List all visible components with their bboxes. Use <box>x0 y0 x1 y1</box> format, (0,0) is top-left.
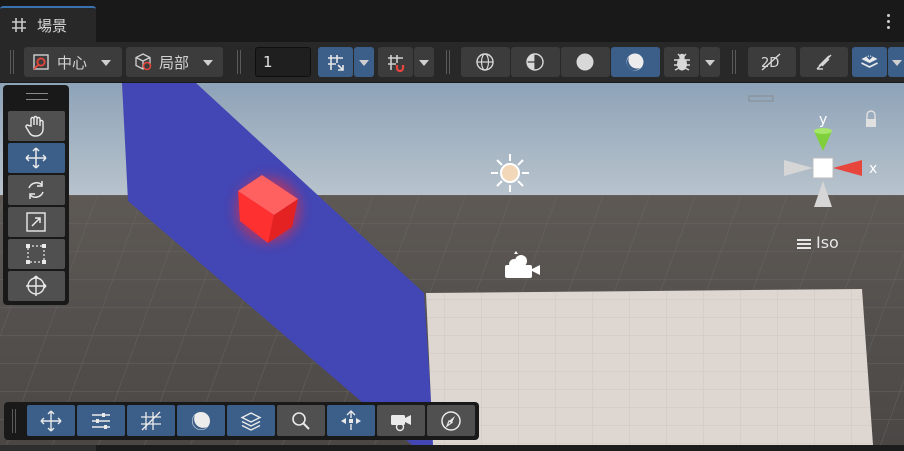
scene-viewport[interactable]: y x <box>0 83 904 445</box>
grid-snap-dropdown[interactable] <box>354 47 374 77</box>
transform-icon <box>26 275 47 296</box>
cube-local-icon <box>135 53 152 71</box>
toolbar-grip[interactable] <box>237 50 241 74</box>
solid-sphere-icon <box>576 53 594 71</box>
shaded-button[interactable] <box>561 47 610 77</box>
scene-render: y x <box>0 83 904 445</box>
layers-icon <box>861 54 878 68</box>
tab-label: 場景 <box>37 17 68 35</box>
grid-snap-icon <box>328 55 344 71</box>
scene-visibility-dropdown[interactable] <box>888 47 904 77</box>
grid-icon <box>12 18 26 32</box>
scale-tool-button[interactable] <box>8 207 65 237</box>
pivot-center-icon <box>33 54 49 70</box>
pivot-mode-dropdown[interactable]: 中心 <box>24 47 122 77</box>
grid-snap-button[interactable] <box>318 47 353 77</box>
overlay-toolbar <box>4 402 479 440</box>
tab-bar: 場景 <box>0 0 904 42</box>
search-button[interactable] <box>277 405 325 436</box>
grid-visibility-button[interactable] <box>127 405 175 436</box>
snap-magnet-icon <box>388 55 405 72</box>
draw-mode-button[interactable] <box>227 405 275 436</box>
overlay-drag-handle[interactable] <box>12 409 16 433</box>
axis-y-label: y <box>819 112 827 128</box>
transform-tool-button[interactable] <box>8 271 65 301</box>
sliders-icon <box>92 413 110 429</box>
gizmo-view-icon <box>341 410 361 430</box>
pivot-space-dropdown[interactable]: 局部 <box>126 47 223 77</box>
unlit-shading-button[interactable] <box>611 47 660 77</box>
overlay-drag-handle[interactable] <box>26 93 48 100</box>
chevron-down-icon <box>359 60 369 66</box>
bottom-tab-strip <box>0 445 904 451</box>
move-arrows-icon <box>40 410 62 432</box>
tool-settings-button[interactable] <box>27 405 75 436</box>
grid-and-snap-button[interactable] <box>77 405 125 436</box>
tab-scene[interactable]: 場景 <box>0 6 96 42</box>
gizmo-center-cube[interactable] <box>812 157 834 179</box>
chevron-down-icon <box>101 60 111 66</box>
orientation-button[interactable] <box>427 405 475 436</box>
pivot-space-label: 局部 <box>159 54 190 72</box>
scale-icon <box>26 212 46 232</box>
chevron-down-icon <box>419 60 429 66</box>
toggle-lighting-button[interactable] <box>800 47 848 77</box>
light-off-icon <box>816 54 832 70</box>
rotate-icon <box>28 181 44 199</box>
debug-mode-button[interactable] <box>664 47 699 77</box>
view-options-button[interactable] <box>327 405 375 436</box>
rect-tool-button[interactable] <box>8 239 65 269</box>
chevron-down-icon <box>705 60 715 66</box>
wireframe-sphere-icon <box>476 53 494 71</box>
hand-icon <box>25 115 44 137</box>
shaded-wireframe-button[interactable] <box>511 47 560 77</box>
debug-mode-dropdown[interactable] <box>700 47 720 77</box>
grid-icon <box>141 411 161 431</box>
lit-sphere-icon <box>626 53 644 71</box>
increment-snap-field[interactable]: 1 <box>255 47 311 77</box>
chevron-down-icon <box>203 60 213 66</box>
tools-overlay <box>3 85 69 305</box>
scene-visibility-button[interactable] <box>852 47 887 77</box>
layers-icon <box>240 412 262 431</box>
incremental-snap-dropdown[interactable] <box>414 47 434 77</box>
toggle-2d-button[interactable]: 2D <box>748 47 796 77</box>
scene-toolbar: 中心 局部 1 <box>0 42 904 83</box>
wireframe-shading-button[interactable] <box>461 47 510 77</box>
toolbar-grip[interactable] <box>10 50 14 74</box>
compass-icon <box>441 411 461 431</box>
move-tool-button[interactable] <box>8 143 65 173</box>
incremental-snap-button[interactable] <box>378 47 413 77</box>
pivot-mode-label: 中心 <box>57 54 88 72</box>
rotate-tool-button[interactable] <box>8 175 65 205</box>
toolbar-grip[interactable] <box>732 50 736 74</box>
shading-mode-button[interactable] <box>177 405 225 436</box>
shaded-wireframe-sphere-icon <box>526 53 544 71</box>
toolbar-grip[interactable] <box>446 50 450 74</box>
move-arrows-icon <box>25 147 47 169</box>
axis-x-label: x <box>869 161 877 177</box>
bug-icon <box>674 53 690 71</box>
rect-transform-icon <box>26 244 46 264</box>
more-options-icon[interactable] <box>886 14 892 32</box>
projection-menu-icon[interactable] <box>797 239 811 249</box>
hand-tool-button[interactable] <box>8 111 65 141</box>
2d-toggle-icon: 2D <box>761 53 781 71</box>
search-icon <box>292 412 310 430</box>
cameras-button[interactable] <box>377 405 425 436</box>
projection-label[interactable]: Iso <box>816 233 839 252</box>
chevron-down-icon <box>892 60 902 66</box>
lit-sphere-icon <box>192 412 210 430</box>
camera-icon <box>391 415 411 432</box>
